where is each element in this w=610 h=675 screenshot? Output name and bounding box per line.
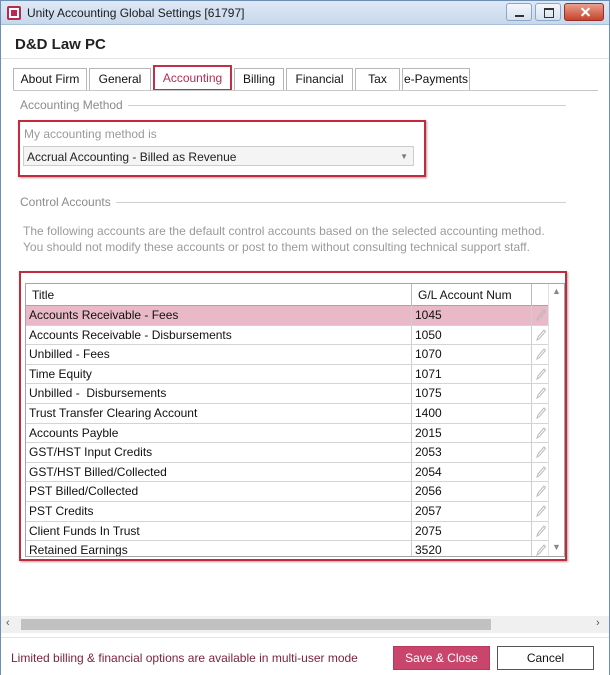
scroll-right-icon[interactable]: › xyxy=(596,617,600,629)
pencil-icon xyxy=(536,309,546,321)
accounting-method-heading: Accounting Method xyxy=(20,98,128,112)
account-title-cell[interactable]: Accounts Payble xyxy=(26,423,412,443)
scroll-down-icon[interactable]: ▼ xyxy=(552,542,561,552)
account-title-cell[interactable]: Accounts Receivable - Disbursements xyxy=(26,325,412,345)
control-accounts-heading: Control Accounts xyxy=(20,195,116,209)
footer-bar: Limited billing & financial options are … xyxy=(1,637,609,675)
pencil-icon xyxy=(536,544,546,556)
table-row[interactable]: Time Equity 1071 xyxy=(26,364,550,385)
table-row[interactable]: GST/HST Input Credits 2053 xyxy=(26,443,550,463)
gl-account-cell[interactable]: 1071 xyxy=(412,364,532,384)
account-title-cell[interactable]: Client Funds In Trust xyxy=(26,521,412,541)
pencil-icon xyxy=(536,505,546,517)
horizontal-scrollbar[interactable]: ‹ › xyxy=(1,616,609,633)
gl-account-cell[interactable]: 1050 xyxy=(412,325,532,345)
table-row[interactable]: Accounts Receivable - Disbursements 1050 xyxy=(26,325,550,346)
pencil-icon xyxy=(536,466,546,478)
table-row[interactable]: Client Funds In Trust 2075 xyxy=(26,521,550,542)
account-title-cell[interactable]: PST Billed/Collected xyxy=(26,482,412,502)
tab-general[interactable]: General xyxy=(89,68,151,91)
horizontal-scroll-thumb[interactable] xyxy=(21,619,491,630)
account-title-cell[interactable]: Trust Transfer Clearing Account xyxy=(26,404,412,423)
gl-account-cell[interactable]: 1400 xyxy=(412,404,532,423)
table-row[interactable]: PST Billed/Collected 2056 xyxy=(26,482,550,502)
tab-financial[interactable]: Financial xyxy=(286,68,353,91)
cancel-button[interactable]: Cancel xyxy=(497,646,594,670)
pencil-icon xyxy=(536,328,546,341)
gl-account-cell[interactable]: 3520 xyxy=(412,541,532,556)
pencil-icon xyxy=(536,387,546,400)
account-title-cell[interactable]: GST/HST Input Credits xyxy=(26,443,412,463)
pencil-icon xyxy=(536,426,546,439)
tab-about-firm[interactable]: About Firm xyxy=(13,68,87,91)
control-accounts-info-2: You should not modify these accounts or … xyxy=(23,240,530,254)
account-title-cell[interactable]: Time Equity xyxy=(26,364,412,384)
tab-e-payments[interactable]: e-Payments xyxy=(402,68,470,91)
account-title-cell[interactable]: Accounts Receivable - Fees xyxy=(26,306,412,325)
account-title-cell[interactable]: PST Credits xyxy=(26,502,412,521)
account-title-cell[interactable]: Unbilled - Fees xyxy=(26,345,412,365)
gl-account-cell[interactable]: 2057 xyxy=(412,502,532,521)
pencil-icon xyxy=(536,348,546,361)
gl-account-cell[interactable]: 2075 xyxy=(412,521,532,541)
accounting-method-select[interactable]: Accrual Accounting - Billed as Revenue ▼ xyxy=(23,146,414,166)
pencil-icon xyxy=(536,524,546,537)
account-title-cell[interactable]: Unbilled - Disbursements xyxy=(26,384,412,404)
table-header: Title G/L Account Num xyxy=(26,284,564,306)
column-header-gl-account[interactable]: G/L Account Num xyxy=(412,284,532,306)
gl-account-cell[interactable]: 2054 xyxy=(412,462,532,482)
gl-account-cell[interactable]: 2053 xyxy=(412,443,532,463)
tab-billing[interactable]: Billing xyxy=(234,68,284,91)
account-title-cell[interactable]: GST/HST Billed/Collected xyxy=(26,462,412,482)
table-row[interactable]: Unbilled - Disbursements 1075 xyxy=(26,384,550,404)
chevron-down-icon: ▼ xyxy=(400,152,408,161)
table-row[interactable]: Trust Transfer Clearing Account 1400 xyxy=(26,404,550,424)
accounting-method-label: My accounting method is xyxy=(24,127,157,141)
tabs-baseline xyxy=(13,90,598,91)
gl-account-cell[interactable]: 1070 xyxy=(412,345,532,365)
multi-user-notice: Limited billing & financial options are … xyxy=(11,651,358,665)
gl-account-cell[interactable]: 2056 xyxy=(412,482,532,502)
title-bar[interactable]: Unity Accounting Global Settings [61797] xyxy=(1,1,609,25)
control-accounts-table[interactable]: Title G/L Account Num Accounts Receivabl… xyxy=(25,283,565,557)
settings-window: Unity Accounting Global Settings [61797]… xyxy=(0,0,610,675)
table-row[interactable]: Accounts Receivable - Fees 1045 xyxy=(26,306,550,326)
window-title: Unity Accounting Global Settings [61797] xyxy=(27,6,245,20)
firm-name: D&D Law PC xyxy=(15,36,106,53)
table-vertical-scrollbar[interactable]: ▲ ▼ xyxy=(548,284,564,556)
minimize-button[interactable] xyxy=(506,3,532,21)
table-row[interactable]: PST Credits 2057 xyxy=(26,502,550,522)
scroll-up-icon[interactable]: ▲ xyxy=(552,286,561,296)
table-row[interactable]: GST/HST Billed/Collected 2054 xyxy=(26,462,550,483)
control-accounts-info-1: The following accounts are the default c… xyxy=(23,224,545,238)
gl-account-cell[interactable]: 1045 xyxy=(412,306,532,325)
pencil-icon xyxy=(536,407,546,419)
table-row[interactable]: Unbilled - Fees 1070 xyxy=(26,345,550,365)
save-close-button[interactable]: Save & Close xyxy=(393,646,490,670)
pencil-icon xyxy=(536,368,546,380)
gl-account-cell[interactable]: 1075 xyxy=(412,384,532,404)
maximize-button[interactable] xyxy=(535,3,561,21)
header-divider xyxy=(1,58,609,59)
tab-tax[interactable]: Tax xyxy=(355,68,400,91)
table-row[interactable]: Retained Earnings 3520 xyxy=(26,541,550,556)
pencil-icon xyxy=(536,485,546,498)
close-button[interactable] xyxy=(564,3,604,21)
table-row[interactable]: Accounts Payble 2015 xyxy=(26,423,550,444)
app-icon xyxy=(7,6,21,20)
gl-account-cell[interactable]: 2015 xyxy=(412,423,532,443)
accounting-method-value: Accrual Accounting - Billed as Revenue xyxy=(27,150,237,164)
column-header-title[interactable]: Title xyxy=(26,284,412,306)
account-title-cell[interactable]: Retained Earnings xyxy=(26,541,412,556)
pencil-icon xyxy=(536,446,546,459)
tab-accounting[interactable]: Accounting xyxy=(153,65,232,91)
scroll-left-icon[interactable]: ‹ xyxy=(6,617,10,629)
